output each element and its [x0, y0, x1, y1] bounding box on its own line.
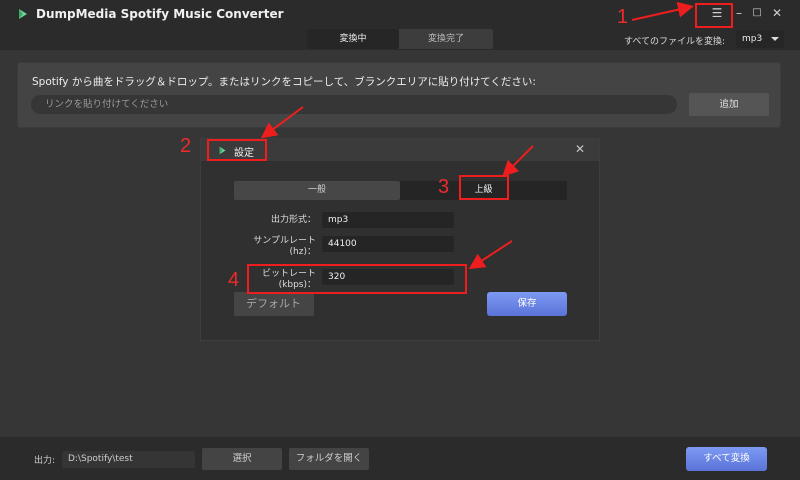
tab-converting[interactable]: 変換中: [307, 29, 399, 49]
maximize-icon[interactable]: □: [749, 5, 765, 21]
sample-rate-label: サンプルレート (hz)：: [253, 236, 316, 257]
convert-all-format-select[interactable]: mp3: [736, 30, 784, 48]
title-bar: DumpMedia Spotify Music Converter ☰ – □ …: [0, 0, 800, 28]
select-folder-button[interactable]: 選択: [202, 448, 282, 470]
drop-zone[interactable]: Spotify から曲をドラッグ＆ドロップ。またはリンクをコピーして、ブランクエ…: [17, 62, 781, 128]
link-input[interactable]: リンクを貼り付けてください: [31, 95, 677, 114]
dialog-close-icon[interactable]: ✕: [573, 142, 587, 156]
annotation-number-1: 1: [617, 6, 629, 28]
sample-rate-value[interactable]: 44100: [322, 236, 454, 252]
open-folder-button[interactable]: フォルダを開く: [289, 448, 369, 470]
tab-group: 変換中 変換完了: [307, 29, 493, 49]
settings-tabs: 一般 上級: [234, 181, 567, 200]
default-button[interactable]: デフォルト: [234, 292, 314, 316]
format-select-value: mp3: [742, 34, 763, 44]
output-label: 出力:: [34, 456, 56, 466]
close-icon[interactable]: ✕: [769, 5, 785, 21]
annotation-box-3: [459, 175, 509, 200]
tab-general[interactable]: 一般: [234, 181, 400, 200]
annotation-box-2: [207, 139, 267, 161]
settings-dialog: 設定 ✕ 一般 上級 出力形式： mp3 サンプルレート (hz)： 44100…: [200, 138, 600, 341]
annotation-number-2: 2: [180, 135, 192, 157]
annotation-box-4: [247, 264, 467, 294]
tab-converted[interactable]: 変換完了: [399, 29, 493, 49]
app-title: DumpMedia Spotify Music Converter: [36, 7, 284, 21]
save-button[interactable]: 保存: [487, 292, 567, 316]
convert-all-format-label: すべてのファイルを変換:: [624, 37, 726, 47]
annotation-number-3: 3: [438, 176, 450, 198]
output-format-value[interactable]: mp3: [322, 212, 454, 228]
drop-instruction: Spotify から曲をドラッグ＆ドロップ。またはリンクをコピーして、ブランクエ…: [32, 76, 536, 88]
minimize-icon[interactable]: –: [731, 5, 747, 21]
tabs-bar: 変換中 変換完了 すべてのファイルを変換: mp3: [0, 28, 800, 50]
output-path-field[interactable]: D:\Spotify\test: [62, 451, 195, 468]
chevron-down-icon: [771, 37, 779, 41]
output-format-label: 出力形式：: [270, 215, 316, 225]
bottom-bar: 出力: D:\Spotify\test 選択 フォルダを開く すべて変換: [0, 437, 800, 480]
add-button[interactable]: 追加: [689, 93, 769, 116]
app-logo-icon: [19, 9, 27, 19]
annotation-box-1: [695, 3, 733, 28]
annotation-number-4: 4: [228, 269, 240, 291]
convert-all-button[interactable]: すべて変換: [686, 447, 767, 471]
